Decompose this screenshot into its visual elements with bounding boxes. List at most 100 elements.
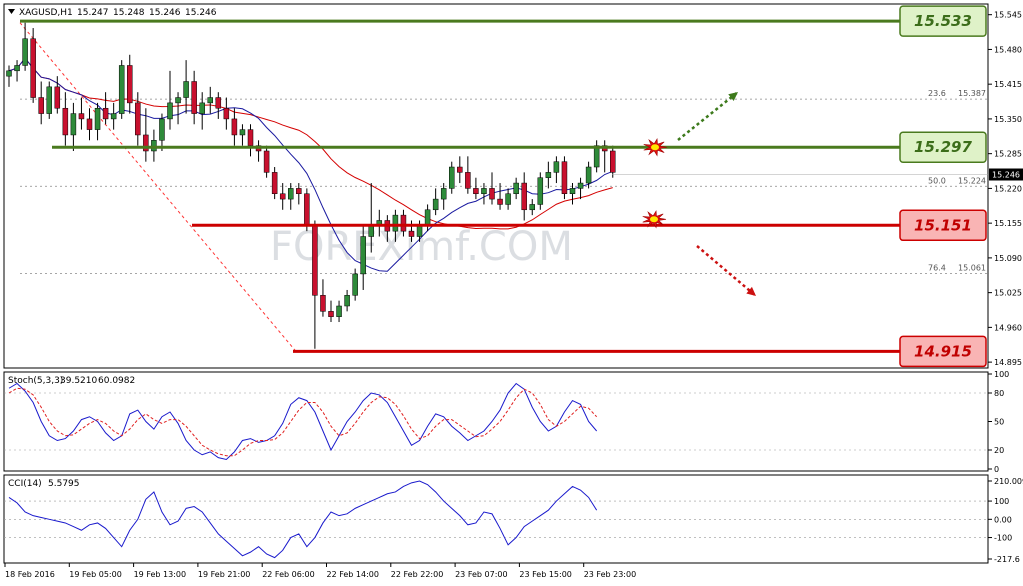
candle-body [271, 172, 278, 195]
cci-label: CCI(14) [8, 479, 42, 489]
stoch-tick-label: 20 [994, 446, 1004, 455]
stoch-panel-frame [3, 371, 989, 472]
candle-body [569, 188, 576, 195]
candle-body [223, 107, 230, 120]
chart-header-low: 15.246 [149, 8, 181, 18]
candle-body [416, 225, 423, 237]
current-price-tag-label: 15.246 [992, 171, 1020, 180]
price-tick-label: 15.220 [994, 184, 1022, 193]
bullish-candle [118, 60, 125, 119]
candle-body [231, 118, 238, 136]
candle-body [279, 193, 286, 200]
chart-header-close: 15.246 [185, 8, 217, 18]
candle-body [199, 102, 205, 114]
time-tick-label: 19 Feb 05:00 [69, 570, 121, 579]
candle-body [529, 204, 535, 211]
candle-body [585, 166, 592, 184]
candle-body [320, 295, 326, 312]
time-tick-label: 23 Feb 23:00 [584, 570, 636, 579]
candle-body [86, 118, 93, 130]
cci-tick-label: 210.0095 [994, 477, 1023, 486]
candle-body [239, 129, 246, 136]
time-tick-label: 22 Feb 14:00 [327, 570, 379, 579]
candle-body [46, 86, 52, 114]
candle-body [610, 150, 616, 173]
level-box-label: 15.151 [914, 216, 972, 234]
stoch-label: Stoch(5,3,3) [8, 376, 63, 386]
level-box-label: 14.915 [914, 342, 972, 360]
support-level-box: 15.151 [899, 209, 987, 242]
candle-body [312, 225, 318, 296]
candle-body [102, 107, 109, 120]
stoch-tick-label: 50 [994, 418, 1004, 427]
candle-body [6, 70, 12, 77]
time-tick-label: 23 Feb 07:00 [455, 570, 507, 579]
price-tick-label: 15.090 [994, 254, 1022, 263]
cci-tick-label: 100 [994, 497, 1009, 506]
price-tick-label: 15.545 [994, 11, 1022, 20]
candle-body [545, 172, 552, 178]
stoch-tick-label: 80 [994, 389, 1004, 398]
burst-core [650, 216, 658, 223]
candle-body [78, 113, 85, 120]
cci-tick-label: -217.6 [994, 555, 1020, 564]
cci-value: 5.5795 [48, 479, 80, 489]
time-axis: 18 Feb 2016 19 Feb 05:00 19 Feb 13:00 19 Fe… [4, 563, 636, 579]
level-box-label: 15.297 [914, 138, 972, 156]
candle-body [22, 38, 28, 66]
time-tick-label: 22 Feb 06:00 [262, 570, 314, 579]
fib-price-label: 15.061 [958, 263, 986, 272]
candle-body [296, 188, 302, 195]
candle-body [465, 172, 471, 189]
candle-body [489, 188, 495, 200]
price-tick-label: 15.155 [994, 219, 1022, 228]
candle-body [30, 38, 36, 98]
stoch-tick-label: 100 [994, 370, 1009, 379]
candle-body [263, 150, 270, 173]
fib-price-label: 15.387 [958, 89, 986, 98]
candle-body [54, 86, 61, 109]
fib-ratio-label: 50.0 [928, 176, 946, 185]
time-tick-label: 23 Feb 15:00 [519, 570, 571, 579]
time-tick-label: 19 Feb 21:00 [198, 570, 250, 579]
chart-canvas: FOREXimf.COM15.54515.48015.41515.35015.2… [3, 3, 1023, 579]
candle-body [352, 273, 358, 296]
candle-body [183, 81, 189, 98]
candle-body [537, 177, 544, 205]
candle-body [400, 214, 407, 232]
candle-body [62, 107, 69, 136]
candle-body [336, 305, 342, 317]
support-level-box: 14.915 [899, 335, 987, 368]
stoch-tick-label: 0 [994, 465, 999, 474]
fib-ratio-label: 76.4 [928, 263, 946, 272]
candle-body [94, 107, 101, 130]
resistance-level-box: 15.297 [899, 131, 987, 163]
candle-body [135, 102, 141, 136]
candle-body [505, 193, 511, 205]
candle-body [175, 97, 181, 104]
candle-body [432, 198, 439, 211]
candle-body [110, 113, 117, 120]
candle-body [118, 65, 125, 114]
candle-body [151, 140, 157, 152]
candle-body [14, 65, 20, 72]
candle-body [449, 166, 455, 189]
candle-body [191, 81, 197, 114]
candle-body [513, 182, 519, 195]
price-panel: FOREXimf.COM15.54515.48015.41515.35015.2… [3, 3, 1023, 564]
resistance-level-box: 15.533 [899, 5, 987, 37]
candle-body [215, 97, 222, 109]
candle-body [247, 129, 254, 146]
candle-body [440, 188, 447, 200]
candle-body [70, 113, 77, 136]
candle-body [127, 65, 133, 104]
bullish-candle [537, 172, 544, 210]
candle-body [497, 198, 503, 205]
fib-ratio-label: 23.6 [928, 89, 946, 98]
candle-body [207, 97, 213, 104]
chart-header-high: 15.248 [113, 8, 145, 18]
price-tick-label: 14.895 [994, 358, 1022, 367]
price-tick-label: 15.285 [994, 150, 1022, 159]
candle-body [481, 188, 487, 195]
candle-body [561, 161, 568, 195]
